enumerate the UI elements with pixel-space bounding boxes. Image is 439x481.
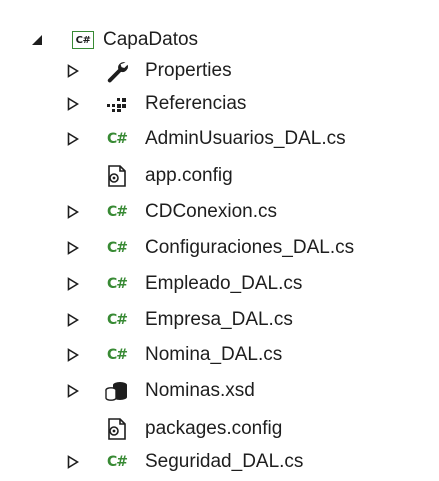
csharp-file-icon: C# [106, 131, 128, 147]
tree-node-label: Nomina_DAL.cs [145, 344, 283, 365]
csharp-file-icon: C# [106, 240, 128, 256]
expand-arrow-icon[interactable] [66, 241, 80, 255]
expand-arrow-icon[interactable] [66, 277, 80, 291]
references-icon [104, 91, 130, 117]
tree-node-packages-config[interactable]: packages.config [0, 411, 439, 447]
tree-node-nomina-dal[interactable]: C# Nomina_DAL.cs [0, 337, 439, 373]
wrench-icon [104, 58, 130, 84]
tree-node-label: Referencias [145, 93, 247, 114]
collapse-arrow-icon[interactable] [30, 33, 44, 47]
tree-node-label: CDConexion.cs [145, 201, 277, 222]
expand-arrow-icon[interactable] [66, 455, 80, 469]
expand-arrow-icon[interactable] [66, 348, 80, 362]
csharp-file-icon: C# [106, 276, 128, 292]
config-file-icon [104, 163, 130, 189]
tree-node-nominas-xsd[interactable]: Nominas.xsd [0, 373, 439, 409]
tree-node-empleado-dal[interactable]: C# Empleado_DAL.cs [0, 266, 439, 302]
tree-node-empresa-dal[interactable]: C# Empresa_DAL.cs [0, 302, 439, 338]
expand-arrow-icon[interactable] [66, 64, 80, 78]
tree-node-configuraciones-dal[interactable]: C# Configuraciones_DAL.cs [0, 230, 439, 266]
csharp-file-icon: C# [106, 454, 128, 470]
expand-arrow-icon[interactable] [66, 132, 80, 146]
csharp-file-icon: C# [106, 204, 128, 220]
tree-node-label: Seguridad_DAL.cs [145, 451, 304, 472]
tree-node-properties[interactable]: Properties [0, 53, 439, 89]
expand-arrow-icon[interactable] [66, 97, 80, 111]
tree-node-label: Properties [145, 60, 232, 81]
config-file-icon [104, 416, 130, 442]
tree-node-label: Empleado_DAL.cs [145, 273, 303, 294]
expand-arrow-icon[interactable] [66, 384, 80, 398]
tree-node-label: AdminUsuarios_DAL.cs [145, 128, 346, 149]
tree-node-app-config[interactable]: app.config [0, 158, 439, 194]
tree-node-referencias[interactable]: Referencias [0, 86, 439, 122]
tree-node-seguridad-dal[interactable]: C# Seguridad_DAL.cs [0, 444, 439, 480]
tree-node-cdconexion[interactable]: C# CDConexion.cs [0, 194, 439, 230]
solution-explorer-tree: C# CapaDatos Properties Referencias C# A… [0, 0, 439, 481]
dataset-icon [104, 378, 130, 404]
tree-node-label: Configuraciones_DAL.cs [145, 237, 355, 258]
csharp-file-icon: C# [106, 347, 128, 363]
csharp-project-icon: C# [70, 27, 96, 53]
tree-node-adminusuarios-dal[interactable]: C# AdminUsuarios_DAL.cs [0, 121, 439, 157]
expand-arrow-icon[interactable] [66, 205, 80, 219]
expand-arrow-icon[interactable] [66, 313, 80, 327]
tree-node-label: packages.config [145, 418, 283, 439]
tree-node-label: Nominas.xsd [145, 380, 255, 401]
csharp-file-icon: C# [106, 312, 128, 328]
tree-node-label: app.config [145, 165, 233, 186]
tree-node-label: Empresa_DAL.cs [145, 309, 293, 330]
